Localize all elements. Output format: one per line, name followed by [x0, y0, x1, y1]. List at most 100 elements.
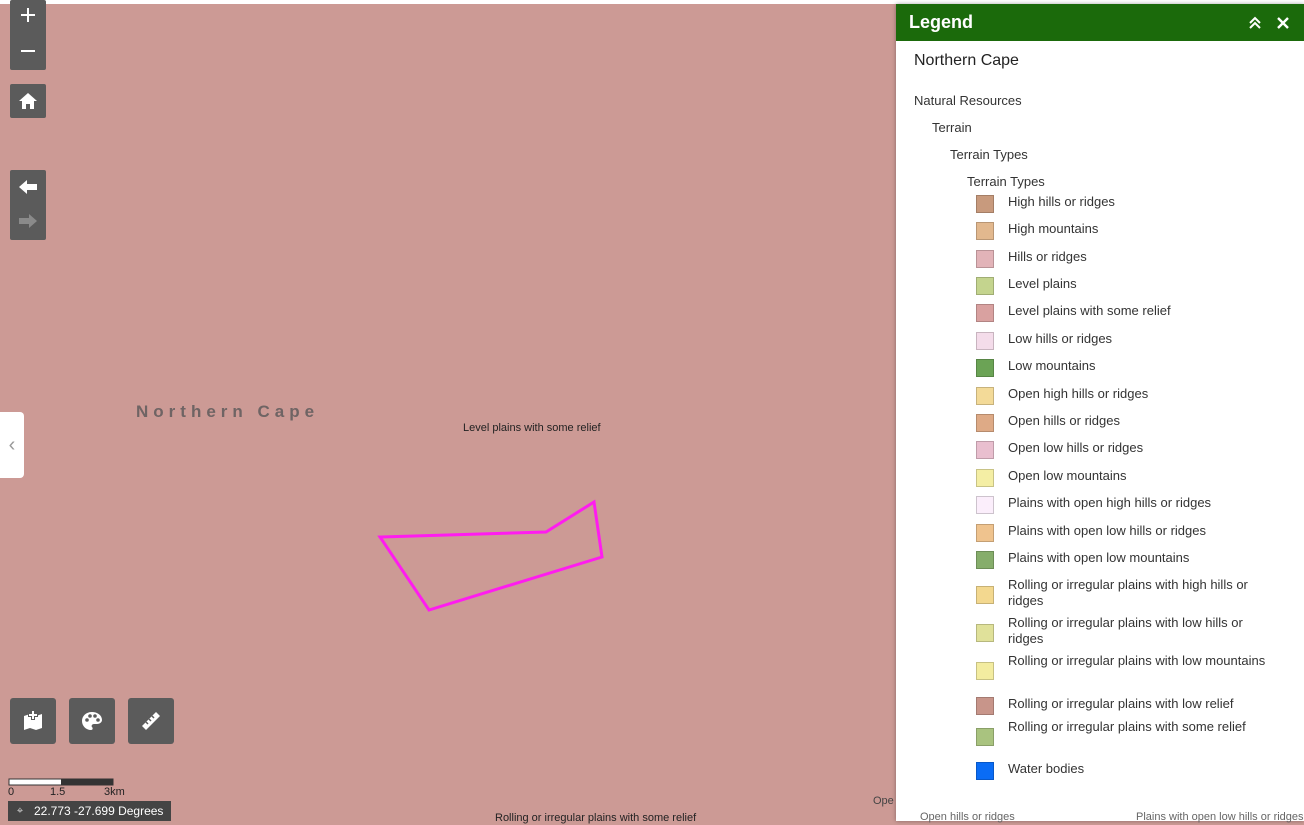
- side-panel-toggle[interactable]: ‹: [0, 412, 24, 478]
- legend-item-label: Rolling or irregular plains with low rel…: [1008, 696, 1234, 711]
- legend-layer-title: Northern Cape: [914, 52, 1019, 69]
- legend-item-label: Rolling or irregular plains with low hil…: [1008, 615, 1243, 646]
- scale-tick-mid: 1.5: [50, 786, 66, 798]
- legend-item: Rolling or irregular plains with some re…: [976, 719, 1270, 746]
- legend-item-label: Level plains: [1008, 276, 1077, 291]
- legend-swatch: [976, 387, 994, 405]
- legend-swatch: [976, 586, 994, 604]
- legend-item-label: Plains with open low hills or ridges: [1008, 523, 1206, 538]
- legend-item-label: Low hills or ridges: [1008, 331, 1113, 346]
- legend-layer-terrain-types: Terrain Types: [967, 174, 1045, 189]
- legend-item-label: Open low hills or ridges: [1008, 440, 1144, 455]
- legend-group-terrain-types: Terrain Types: [950, 147, 1028, 162]
- coordinate-display[interactable]: ⌖ 22.773 -27.699 Degrees: [8, 801, 172, 821]
- basemap-gallery-button[interactable]: [69, 698, 115, 744]
- crosshair-icon: ⌖: [16, 804, 24, 817]
- legend-item: Level plains: [976, 276, 1270, 295]
- arrow-left-icon: [19, 180, 37, 194]
- arrow-right-icon: [19, 214, 37, 228]
- legend-item-label: Rolling or irregular plains with some re…: [1008, 719, 1246, 734]
- legend-item: Rolling or irregular plains with low mou…: [976, 653, 1270, 680]
- legend-swatch: [976, 762, 994, 780]
- zoom-in-button[interactable]: [10, 0, 46, 30]
- legend-item-label: High mountains: [1008, 221, 1099, 236]
- legend-item-label: Open hills or ridges: [1008, 413, 1120, 428]
- legend-swatch: [976, 250, 994, 268]
- legend-swatch: [976, 359, 994, 377]
- legend-item-label: Open high hills or ridges: [1008, 386, 1149, 401]
- add-map-icon: [24, 710, 42, 730]
- legend-item-label: High hills or ridges: [1008, 194, 1115, 209]
- legend-item: Level plains with some relief: [976, 303, 1270, 322]
- legend-item: High hills or ridges: [976, 194, 1270, 213]
- legend-swatch: [976, 469, 994, 487]
- legend-swatch: [976, 195, 994, 213]
- extent-navigation: [10, 170, 46, 240]
- legend-header: Legend: [896, 4, 1304, 41]
- legend-group-terrain: Terrain: [932, 120, 972, 135]
- legend-item: Open low mountains: [976, 468, 1270, 487]
- legend-swatch: [976, 414, 994, 432]
- legend-clipped-label-right: Plains with open low hills or ridges: [1136, 811, 1304, 823]
- legend-swatch: [976, 222, 994, 240]
- double-chevron-up-icon: [1249, 16, 1261, 29]
- previous-extent-button[interactable]: [10, 172, 46, 202]
- legend-title: Legend: [909, 12, 974, 32]
- legend-swatch: [976, 551, 994, 569]
- minus-icon: [21, 50, 35, 52]
- scale-tick-0: 0: [8, 786, 15, 798]
- legend-swatch: [976, 304, 994, 322]
- legend-item-label: Hills or ridges: [1008, 249, 1087, 264]
- legend-swatch: [976, 697, 994, 715]
- legend-item: Water bodies: [976, 761, 1270, 780]
- zoom-control: [10, 0, 46, 70]
- legend-item-label: Plains with open high hills or ridges: [1008, 495, 1212, 510]
- legend-swatch: [976, 624, 994, 642]
- legend-item: Plains with open low mountains: [976, 550, 1270, 569]
- scale-tick-end: 3km: [104, 786, 125, 798]
- legend-item-label: Level plains with some relief: [1008, 303, 1171, 318]
- legend-item-label: Rolling or irregular plains with high hi…: [1008, 577, 1248, 608]
- legend-item: Low hills or ridges: [976, 331, 1270, 350]
- measure-button[interactable]: [128, 698, 174, 744]
- plus-icon: [21, 8, 35, 22]
- palette-icon: [82, 712, 102, 730]
- collapse-legend-button[interactable]: [1248, 4, 1262, 41]
- legend-swatch: [976, 728, 994, 746]
- home-icon: [19, 93, 37, 109]
- legend-swatch: [976, 332, 994, 350]
- legend-item: Hills or ridges: [976, 249, 1270, 268]
- legend-item: High mountains: [976, 221, 1270, 240]
- legend-swatch: [976, 277, 994, 295]
- zoom-out-button[interactable]: [10, 36, 46, 66]
- legend-item: Rolling or irregular plains with high hi…: [976, 577, 1270, 609]
- add-data-button[interactable]: [10, 698, 56, 744]
- legend-clipped-label-left: Open hills or ridges: [920, 811, 1015, 823]
- next-extent-button[interactable]: [10, 206, 46, 236]
- chevron-left-icon: ‹: [8, 433, 16, 456]
- legend-group-natural-resources: Natural Resources: [914, 93, 1022, 108]
- home-button[interactable]: [10, 84, 46, 118]
- legend-item-label: Rolling or irregular plains with low mou…: [1008, 653, 1266, 668]
- legend-item: Open high hills or ridges: [976, 386, 1270, 405]
- legend-item-label: Open low mountains: [1008, 468, 1127, 483]
- scale-bar: 0 1.5 3km: [8, 778, 143, 800]
- legend-item-label: Water bodies: [1008, 761, 1085, 776]
- ruler-icon: [142, 712, 160, 730]
- close-legend-button[interactable]: [1277, 4, 1289, 41]
- coordinate-text: 22.773 -27.699 Degrees: [34, 804, 164, 818]
- legend-item-label: Low mountains: [1008, 358, 1096, 373]
- close-icon: [1277, 16, 1289, 29]
- legend-item: Open low hills or ridges: [976, 440, 1270, 459]
- legend-item: Plains with open low hills or ridges: [976, 523, 1270, 542]
- legend-panel: Legend Northern Cape Natural Resources T…: [896, 4, 1304, 823]
- legend-item-label: Plains with open low mountains: [1008, 550, 1190, 565]
- legend-item: Rolling or irregular plains with low hil…: [976, 615, 1270, 647]
- legend-item: Low mountains: [976, 358, 1270, 377]
- legend-swatch: [976, 662, 994, 680]
- legend-swatch: [976, 524, 994, 542]
- legend-item: Rolling or irregular plains with low rel…: [976, 696, 1270, 715]
- legend-swatch: [976, 441, 994, 459]
- legend-swatch: [976, 496, 994, 514]
- legend-item: Plains with open high hills or ridges: [976, 495, 1270, 514]
